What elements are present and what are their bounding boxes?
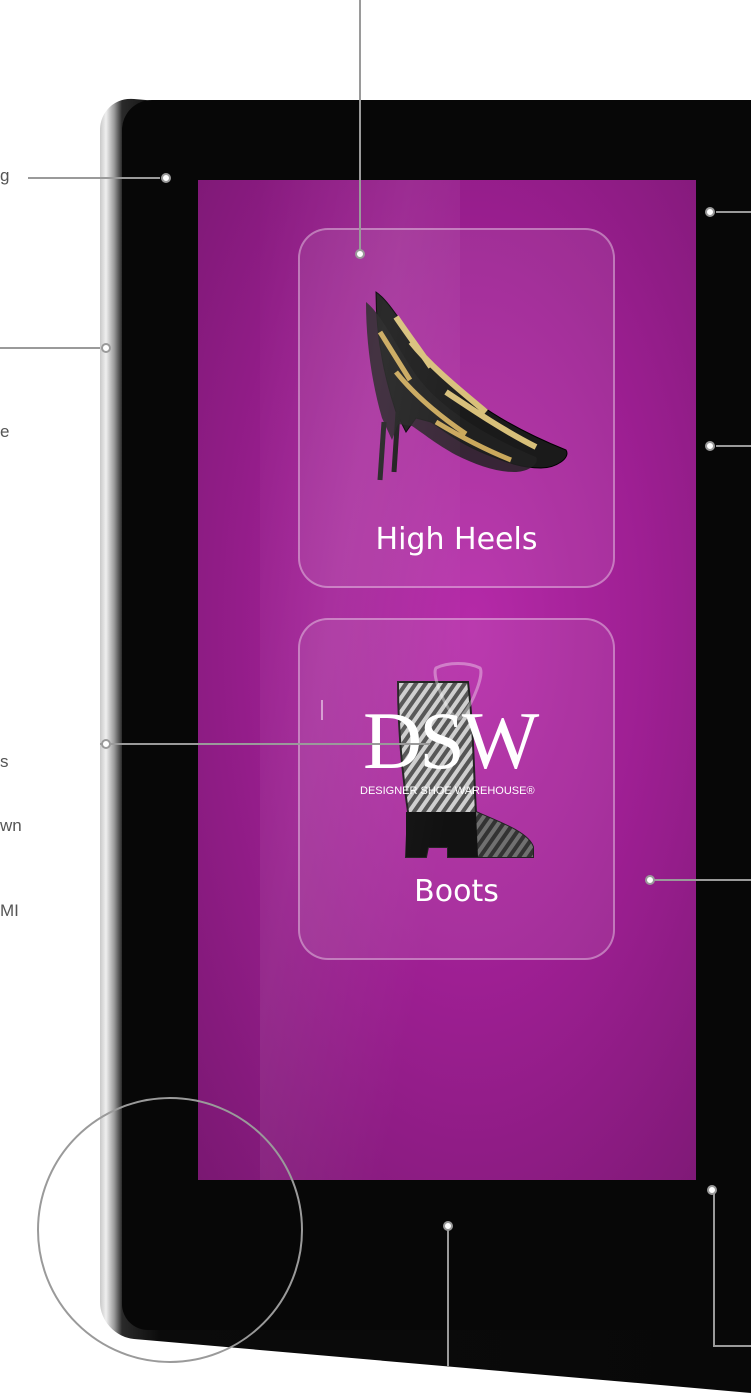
callout-overlay: [0, 0, 751, 1366]
